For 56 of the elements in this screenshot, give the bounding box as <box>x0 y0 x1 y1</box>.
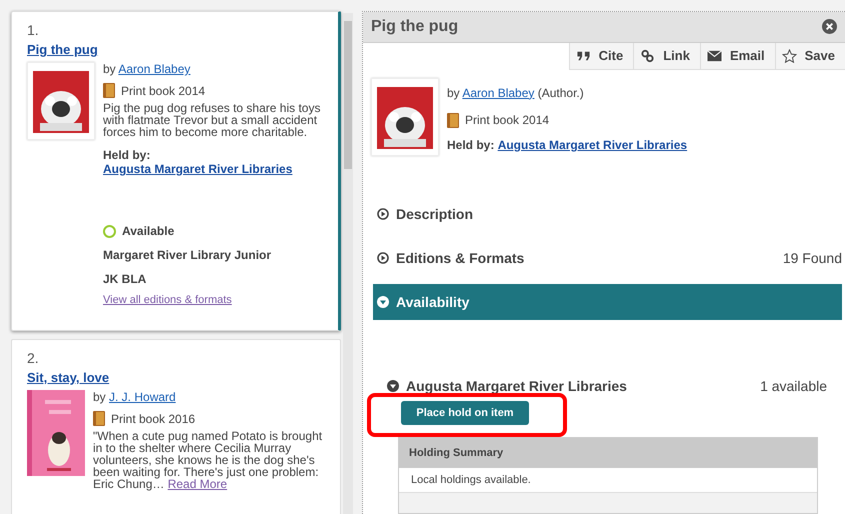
format-label: Print book 2016 <box>111 412 196 426</box>
cite-button[interactable]: Cite <box>568 42 634 70</box>
read-more-link[interactable]: Read More <box>168 477 228 491</box>
envelope-icon <box>706 48 722 63</box>
book-icon <box>447 112 459 128</box>
link-icon <box>640 48 656 63</box>
place-hold-button[interactable]: Place hold on item <box>401 400 529 425</box>
editions-link[interactable]: View all editions & formats <box>103 294 324 306</box>
author-line: by J. J. Howard <box>93 390 177 404</box>
author-link[interactable]: J. J. Howard <box>109 390 176 404</box>
library-link[interactable]: Augusta Margaret River Libraries <box>103 162 292 176</box>
location-text: Margaret River Library Junior <box>103 248 272 262</box>
expanded-icon <box>377 296 389 308</box>
section-label: Availability <box>396 294 470 310</box>
section-header[interactable]: Availability <box>373 284 842 320</box>
close-icon[interactable] <box>822 19 837 34</box>
collapsed-icon <box>377 252 389 264</box>
title-link[interactable]: Pig the pug <box>27 42 98 57</box>
library-name: Augusta Margaret River Libraries <box>406 378 627 394</box>
section-label: Description <box>396 206 474 222</box>
result-card[interactable] <box>11 339 341 514</box>
section-header[interactable]: Description <box>373 192 842 236</box>
table-heading: Holding Summary <box>399 438 817 468</box>
author-line: by Aaron Blabey (Author.) <box>447 86 585 100</box>
scrollbar[interactable] <box>343 13 353 514</box>
result-number: 1. <box>27 22 40 38</box>
held-by-label: Held by: <box>447 138 494 152</box>
format-label: Print book 2014 <box>465 113 550 128</box>
library-link[interactable]: Augusta Margaret River Libraries <box>498 138 688 152</box>
available-count: 1 available <box>760 378 827 394</box>
collapsed-icon <box>377 208 389 220</box>
status-icon <box>103 224 116 238</box>
save-button[interactable]: Save <box>774 42 845 70</box>
detail-title: Pig the pug <box>371 18 458 36</box>
section-label: Editions & Formats <box>396 250 524 266</box>
section-count: 19 Found <box>782 250 842 266</box>
link-button[interactable]: Link <box>633 42 700 70</box>
summary-text: Pig the pug dog refuses to share his toys with flatmate Trevor but a small accident forces him to become more charitable. <box>103 102 322 138</box>
book-icon <box>93 411 105 426</box>
library-header[interactable]: Augusta Margaret River Libraries 1 available <box>387 378 827 394</box>
author-link[interactable]: Aaron Blabey <box>118 62 190 76</box>
result-number: 2. <box>27 350 40 366</box>
format-label: Print book 2014 <box>121 84 206 98</box>
summary-text: "When a cute pug named Potato is brought in to the shelter where Cecilia Murray volunteers, she knows he is the dog she's been waiting for. There's just one problem: Eric Chung… Read More <box>93 430 324 490</box>
result-card[interactable] <box>11 11 341 331</box>
section-header[interactable]: Editions & Formats 19 Found <box>373 236 842 280</box>
author-link[interactable]: Aaron Blabey <box>462 86 534 100</box>
status-label: Available <box>122 224 174 238</box>
held-by-label: Held by: <box>103 148 152 162</box>
book-icon <box>103 83 115 98</box>
expanded-icon <box>387 380 399 392</box>
email-button[interactable]: Email <box>700 42 775 70</box>
author-line: by Aaron Blabey <box>103 62 192 76</box>
call-number: JK BLA <box>103 272 148 286</box>
star-icon <box>782 48 797 63</box>
title-link[interactable]: Sit, stay, love <box>27 370 110 385</box>
